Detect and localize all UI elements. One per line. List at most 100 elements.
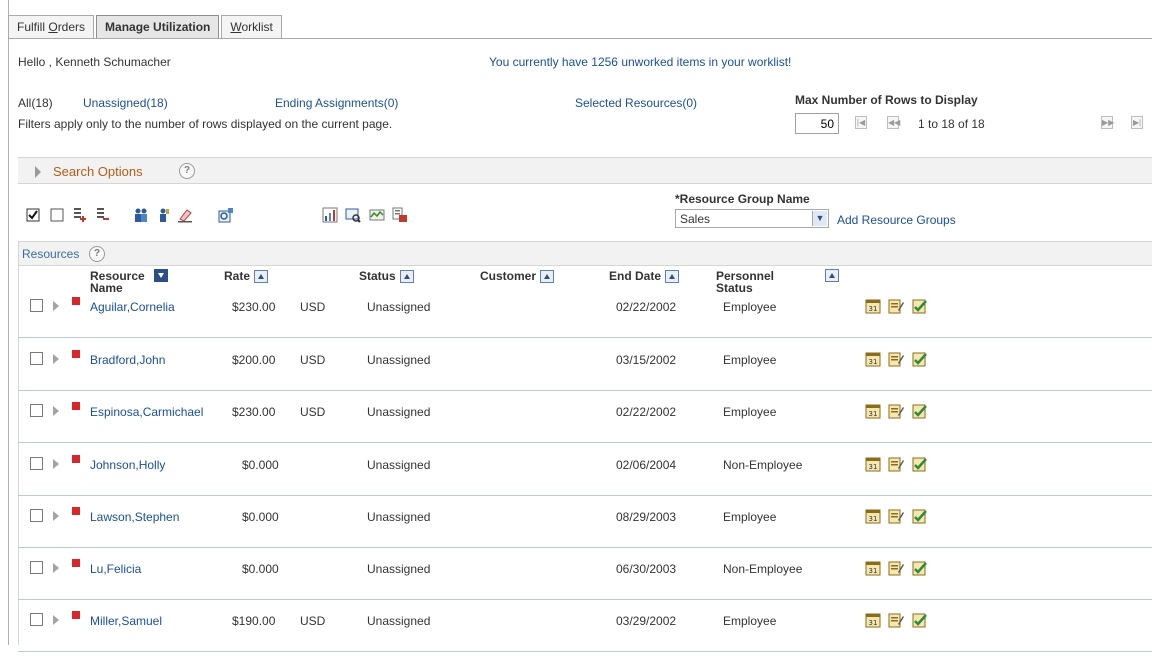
- tab-accesskey: W: [230, 20, 242, 34]
- approve-icon[interactable]: [912, 403, 928, 419]
- notes-icon[interactable]: [888, 560, 904, 576]
- tab-worklist[interactable]: Worklist: [221, 15, 282, 38]
- resource-icon[interactable]: [155, 207, 171, 223]
- collapse-all-icon[interactable]: [94, 207, 110, 223]
- currency-value: USD: [300, 353, 326, 367]
- calendar-icon[interactable]: 31: [865, 298, 881, 314]
- eraser-icon[interactable]: [177, 207, 193, 223]
- approve-icon[interactable]: [912, 298, 928, 314]
- calendar-icon[interactable]: 31: [865, 612, 881, 628]
- uncheck-all-icon[interactable]: [49, 207, 65, 223]
- notes-icon[interactable]: [888, 298, 904, 314]
- expand-row-icon[interactable]: [53, 354, 59, 364]
- utilization-chart-icon[interactable]: [322, 207, 338, 223]
- status-value: Unassigned: [367, 405, 431, 419]
- notes-icon[interactable]: [888, 456, 904, 472]
- col-status[interactable]: Status: [359, 270, 414, 284]
- calendar-icon[interactable]: 31: [865, 351, 881, 367]
- row-select-checkbox[interactable]: [30, 299, 43, 312]
- resource-name-link[interactable]: Johnson,Holly: [90, 458, 165, 472]
- team-icon[interactable]: [133, 207, 149, 223]
- max-rows-input[interactable]: [795, 113, 839, 134]
- expand-triangle-icon[interactable]: [35, 166, 41, 178]
- svg-text:31: 31: [869, 358, 878, 366]
- calendar-icon[interactable]: 31: [865, 456, 881, 472]
- approve-icon[interactable]: [912, 456, 928, 472]
- rate-value: $230.00: [232, 405, 276, 419]
- sort-ascending-icon[interactable]: [399, 270, 414, 284]
- svg-text:31: 31: [869, 463, 878, 471]
- first-page-icon[interactable]: |◀: [855, 116, 867, 129]
- expand-row-icon[interactable]: [53, 563, 59, 573]
- tab-divider: [8, 38, 1152, 39]
- last-page-icon[interactable]: ▶|: [1131, 116, 1143, 129]
- notes-icon[interactable]: [888, 351, 904, 367]
- rate-value: $230.00: [232, 300, 276, 314]
- resource-name-link[interactable]: Miller,Samuel: [90, 614, 162, 628]
- previous-page-icon[interactable]: ◀◀: [887, 116, 900, 129]
- expand-row-icon[interactable]: [53, 459, 59, 469]
- approve-icon[interactable]: [912, 612, 928, 628]
- approve-icon[interactable]: [912, 508, 928, 524]
- col-personnel-status[interactable]: Personnel Status: [716, 270, 788, 294]
- filter-note: Filters apply only to the number of rows…: [18, 117, 393, 131]
- tab-fulfill-orders[interactable]: Fulfill Orders: [8, 15, 95, 38]
- resource-name-link[interactable]: Lawson,Stephen: [90, 510, 179, 524]
- calendar-icon[interactable]: 31: [865, 560, 881, 576]
- notes-icon[interactable]: [888, 612, 904, 628]
- calendar-icon[interactable]: 31: [865, 508, 881, 524]
- sort-ascending-icon[interactable]: [254, 270, 269, 284]
- resource-name-link[interactable]: Espinosa,Carmichael: [90, 405, 203, 419]
- expand-row-icon[interactable]: [53, 406, 59, 416]
- svg-text:31: 31: [869, 567, 878, 575]
- sort-ascending-icon[interactable]: [665, 270, 680, 284]
- resource-name-link[interactable]: Aguilar,Cornelia: [90, 300, 175, 314]
- expand-row-icon[interactable]: [53, 615, 59, 625]
- row-select-checkbox[interactable]: [30, 352, 43, 365]
- filter-ending-assignments-link[interactable]: Ending Assignments(0): [275, 96, 398, 110]
- col-rate[interactable]: Rate: [224, 270, 269, 284]
- notes-icon[interactable]: [888, 508, 904, 524]
- svg-text:31: 31: [869, 619, 878, 627]
- row-select-checkbox[interactable]: [30, 457, 43, 470]
- worklist-link[interactable]: You currently have 1256 unworked items i…: [489, 55, 791, 69]
- expand-all-icon[interactable]: [71, 207, 87, 223]
- row-select-checkbox[interactable]: [30, 613, 43, 626]
- resource-group-select[interactable]: Sales ▼: [675, 209, 829, 228]
- tab-manage-utilization[interactable]: Manage Utilization: [96, 15, 220, 38]
- unassigned-flag-icon: [72, 297, 80, 305]
- assign-icon[interactable]: [392, 207, 408, 223]
- filter-selected-resources-link[interactable]: Selected Resources(0): [575, 96, 697, 110]
- schedule-icon[interactable]: [369, 207, 385, 223]
- next-page-icon[interactable]: ▶▶: [1101, 116, 1114, 129]
- greeting: Hello , Kenneth Schumacher: [18, 55, 171, 69]
- row-select-checkbox[interactable]: [30, 509, 43, 522]
- col-customer[interactable]: Customer: [480, 270, 555, 284]
- end-date-value: 06/30/2003: [616, 562, 677, 576]
- expand-row-icon[interactable]: [53, 301, 59, 311]
- row-select-checkbox[interactable]: [30, 561, 43, 574]
- filter-unassigned-link[interactable]: Unassigned(18): [83, 96, 168, 110]
- search-options-bar[interactable]: Search Options ?: [18, 157, 1152, 184]
- help-icon[interactable]: ?: [89, 246, 105, 262]
- calendar-icon[interactable]: 31: [865, 403, 881, 419]
- resource-name-link[interactable]: Bradford,John: [90, 353, 165, 367]
- notes-icon[interactable]: [888, 403, 904, 419]
- search-options-label[interactable]: Search Options: [53, 164, 143, 179]
- sort-descending-icon[interactable]: [154, 269, 168, 282]
- chevron-down-icon[interactable]: ▼: [812, 211, 827, 226]
- approve-icon[interactable]: [912, 351, 928, 367]
- expand-row-icon[interactable]: [53, 511, 59, 521]
- col-end-date[interactable]: End Date: [609, 270, 680, 284]
- check-all-icon[interactable]: [25, 207, 41, 223]
- row-select-checkbox[interactable]: [30, 404, 43, 417]
- approve-icon[interactable]: [912, 560, 928, 576]
- help-icon[interactable]: ?: [179, 163, 195, 179]
- resource-name-link[interactable]: Lu,Felicia: [90, 562, 141, 576]
- review-icon[interactable]: [345, 207, 361, 223]
- find-resource-icon[interactable]: [218, 207, 234, 223]
- sort-ascending-icon[interactable]: [825, 269, 839, 282]
- tab-label: Manage Utilization: [105, 20, 211, 34]
- sort-ascending-icon[interactable]: [540, 270, 555, 284]
- add-resource-groups-link[interactable]: Add Resource Groups: [837, 213, 956, 227]
